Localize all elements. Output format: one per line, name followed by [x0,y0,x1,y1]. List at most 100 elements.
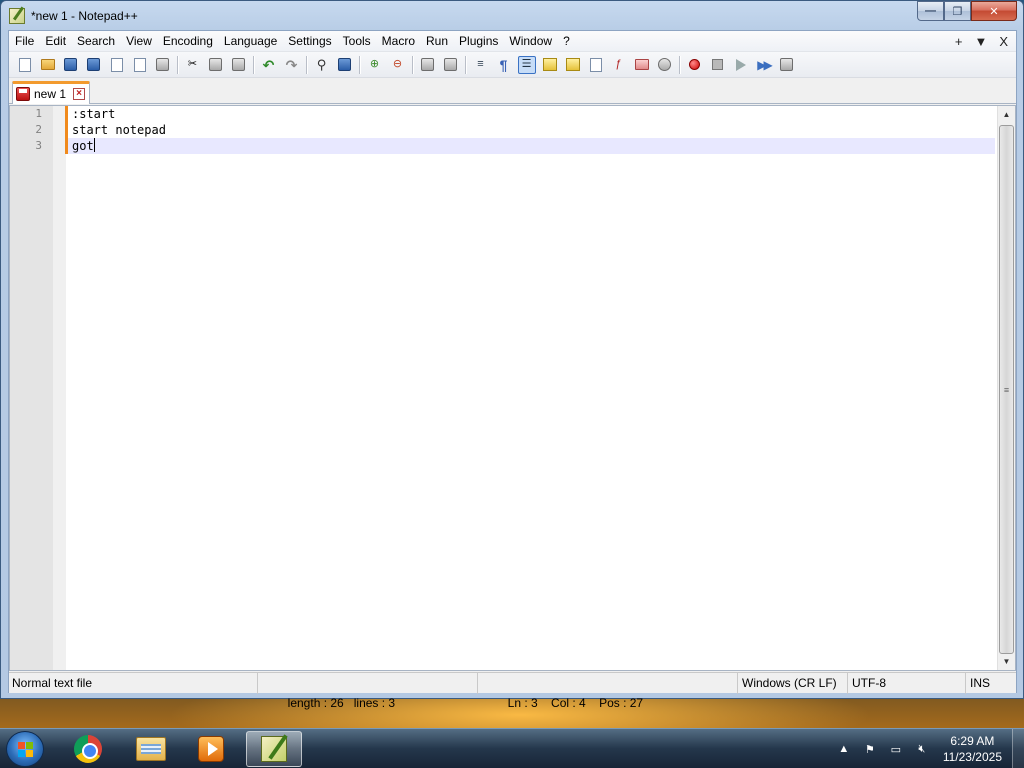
action-center-flag-icon[interactable]: ⚑ [862,741,878,757]
menu-file[interactable]: File [9,31,39,52]
title-bar[interactable]: *new 1 - Notepad++ — ❐ ✕ [1,1,1023,30]
code-line[interactable]: start notepad [71,122,995,138]
scissors-icon: ✂ [187,58,198,70]
tab-new-1[interactable]: new 1 × [12,81,90,104]
sync-horizontal-button[interactable] [442,56,460,74]
taskbar-explorer-button[interactable] [123,731,179,767]
windows-logo-icon [18,742,34,758]
show-hidden-icons-icon[interactable]: ▲ [836,741,852,757]
volume-muted-icon[interactable]: 🔇︎ [914,741,930,757]
code-line[interactable]: :start [71,106,995,122]
new-tab-plus-icon[interactable]: + [955,31,963,52]
grip-icon: ≡ [1003,384,1010,395]
menu-help[interactable]: ? [557,31,575,52]
word-wrap-button[interactable]: ≡ [472,56,490,74]
taskbar-notepadpp-button[interactable] [246,731,302,767]
close-document-icon[interactable]: X [999,31,1008,52]
taskbar-chrome-button[interactable] [60,731,116,767]
doc-map-icon [565,58,580,71]
folder-workspace-button[interactable] [633,56,651,74]
indent-guide-button[interactable]: ☰ [517,55,536,74]
toolbar-separator [306,55,307,74]
current-code-line[interactable]: got [68,138,995,154]
menu-language[interactable]: Language [218,31,282,52]
clock-date: 11/23/2025 [942,750,1002,764]
status-insert-mode[interactable]: INS [966,673,1016,694]
play-icon [735,58,746,71]
run-macro-multiple-button[interactable]: ▶▶ [755,56,773,74]
tab-list-dropdown-icon[interactable]: ▼ [974,31,987,52]
stop-macro-button[interactable] [709,56,727,74]
menu-view[interactable]: View [120,31,157,52]
menu-settings[interactable]: Settings [282,31,336,52]
menu-edit[interactable]: Edit [39,31,71,52]
menu-encoding[interactable]: Encoding [157,31,218,52]
scroll-up-icon[interactable]: ▲ [998,106,1015,123]
function-list-button[interactable]: ƒ [610,56,628,74]
line-number: 3 [35,139,42,152]
minimize-button[interactable]: — [917,1,944,21]
menu-right-controls: + ▼ X [955,31,1008,52]
find-button[interactable]: ⚲ [313,56,331,74]
maximize-button[interactable]: ❐ [944,1,971,21]
close-button[interactable]: ✕ [971,1,1017,21]
start-button[interactable] [6,731,44,767]
tab-close-icon[interactable]: × [73,88,86,100]
save-macro-button[interactable] [778,56,796,74]
record-macro-button[interactable] [686,56,704,74]
close-all-button[interactable] [131,56,149,74]
text-editor[interactable]: 1 2 3 :start start notepad got ▲ ≡ ▼ [9,105,1016,671]
doc-map-button[interactable] [564,56,582,74]
taskbar-media-player-button[interactable] [183,731,239,767]
menu-plugins[interactable]: Plugins [453,31,503,52]
replace-button[interactable] [336,56,354,74]
notepadpp-app-icon[interactable] [9,7,25,24]
menu-tools[interactable]: Tools [337,31,376,52]
menu-macro[interactable]: Macro [376,31,420,52]
doc-list-button[interactable] [587,56,605,74]
status-position[interactable]: Ln : 3 Col : 4 Pos : 27 [478,673,738,710]
menu-run[interactable]: Run [420,31,453,52]
paste-button[interactable] [230,56,248,74]
save-macro-icon [780,58,793,71]
zoom-in-button[interactable]: ⊕ [366,56,384,74]
new-file-button[interactable] [16,56,34,74]
notepadpp-window: *new 1 - Notepad++ — ❐ ✕ File Edit Searc… [0,0,1024,710]
open-file-button[interactable] [39,56,57,74]
copy-button[interactable] [207,56,225,74]
cut-button[interactable]: ✂ [184,56,202,74]
status-eol[interactable]: Windows (CR LF) [738,673,848,694]
save-button[interactable] [62,56,80,74]
undo-button[interactable]: ↶ [260,56,278,74]
show-all-chars-button[interactable]: ¶ [495,56,513,74]
fast-forward-icon: ▶▶ [757,57,773,72]
status-length-lines: length : 26 lines : 3 [258,673,478,710]
menu-search[interactable]: Search [71,31,120,52]
udl-button[interactable] [541,56,559,74]
system-clock[interactable]: 6:29 AM 11/23/2025 [943,733,1002,765]
show-desktop-button[interactable] [1012,729,1024,768]
monitoring-button[interactable] [656,56,674,74]
menu-window[interactable]: Window [503,31,557,52]
function-list-icon: ƒ [615,58,622,70]
play-macro-button[interactable] [732,56,750,74]
udl-icon [542,58,557,71]
minimize-icon: — [925,5,936,17]
status-encoding[interactable]: UTF-8 [848,673,966,694]
client-area: File Edit Search View Encoding Language … [8,30,1017,710]
fold-margin[interactable] [53,106,66,670]
save-all-button[interactable] [85,56,103,74]
network-icon[interactable]: ▭ [888,741,904,757]
toolbar-separator [679,55,680,74]
sync-vertical-button[interactable] [419,56,437,74]
record-icon [689,59,700,70]
redo-button[interactable]: ↷ [283,56,301,74]
zoom-out-button[interactable]: ⊖ [389,56,407,74]
tab-label: new 1 [34,87,67,101]
indent-guide-icon: ☰ [521,58,532,70]
print-button[interactable] [154,56,172,74]
scrollbar-thumb[interactable]: ≡ [999,125,1014,654]
scroll-down-icon[interactable]: ▼ [998,653,1015,670]
close-file-button[interactable] [108,56,126,74]
vertical-scrollbar[interactable]: ▲ ≡ ▼ [997,106,1015,670]
